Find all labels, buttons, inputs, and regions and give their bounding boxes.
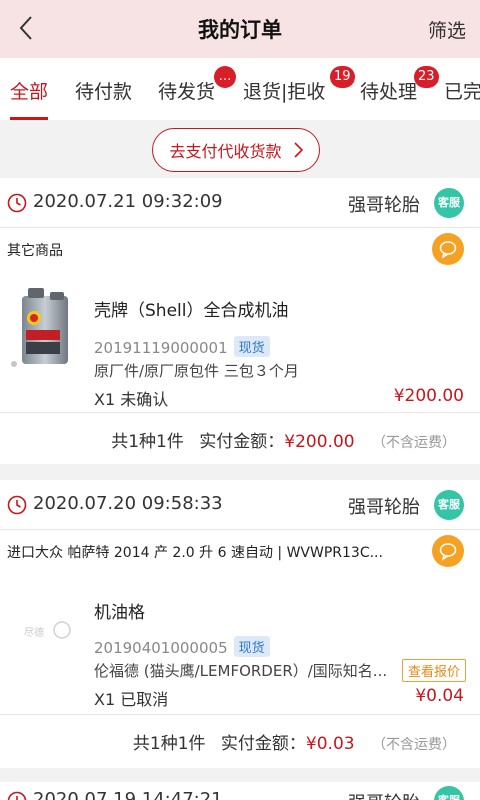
tab-pending-shipment-badge: …	[214, 66, 236, 88]
customer-service-button[interactable]: 客服	[434, 188, 464, 218]
order-footer: 共1种1件 实付金额：¥0.03 （不含运费）	[0, 714, 480, 766]
customer-service-button[interactable]: 客服	[434, 786, 464, 800]
product-description: 伦福德 (猫头鹰/LEMFORDER）/国际知名...	[94, 662, 388, 680]
order-card[interactable]: 2020.07.20 09:58:33 强哥轮胎 客服 进口大众 帕萨特 201…	[0, 480, 480, 768]
order-header: 2020.07.20 09:58:33 强哥轮胎 客服	[0, 480, 480, 530]
tab-to-process-badge: 23	[414, 66, 439, 88]
product-code: 20191119000001	[94, 339, 228, 357]
pay-banner: 去支付代收货款	[0, 120, 480, 178]
order-time: 2020.07.19 14:47:21	[33, 789, 223, 800]
product-code-row: 20191119000001 现货	[94, 336, 270, 357]
shipping-note: （不含运费）	[372, 435, 456, 451]
summary-label: 实付金额：	[199, 432, 285, 452]
svg-text:尽德: 尽德	[24, 626, 44, 639]
order-card[interactable]: 2020.07.19 14:47:21 强哥轮胎 客服	[0, 782, 480, 800]
filter-button[interactable]: 筛选	[428, 16, 466, 43]
app-header: 我的订单 筛选	[0, 0, 480, 58]
clock-icon	[7, 791, 27, 800]
tab-pending-shipment[interactable]: 待发货	[158, 77, 215, 104]
product-image-oil[interactable]	[10, 282, 84, 372]
shop-name[interactable]: 强哥轮胎	[348, 191, 420, 217]
chat-button[interactable]	[432, 535, 464, 567]
order-summary: 共1种1件 实付金额：¥0.03 （不含运费）	[133, 729, 456, 754]
product-image-placeholder[interactable]: 尽德	[10, 588, 84, 678]
order-header: 2020.07.21 09:32:09 强哥轮胎 客服	[0, 178, 480, 228]
tab-all[interactable]: 全部	[10, 77, 48, 104]
product-code: 20190401000005	[94, 639, 228, 657]
summary-count: 共1种1件	[111, 432, 184, 452]
order-time: 2020.07.21 09:32:09	[33, 191, 223, 212]
vehicle-row: 进口大众 帕萨特 2014 产 2.0 升 6 速自动 | WVWPR13C..…	[0, 530, 480, 575]
tab-returns[interactable]: 退货|拒收	[243, 77, 325, 104]
chat-bubble-icon	[439, 543, 457, 561]
order-divider	[0, 768, 480, 782]
pay-cod-button[interactable]: 去支付代收货款	[152, 128, 320, 172]
vehicle-row: 其它商品	[0, 228, 480, 273]
chevron-right-icon	[293, 142, 303, 158]
summary-count: 共1种1件	[132, 734, 206, 754]
product-name[interactable]: 机油格	[94, 598, 145, 623]
order-footer: 共1种1件 实付金额：¥200.00 （不含运费）	[0, 412, 480, 464]
stock-badge: 现货	[233, 336, 270, 357]
shipping-note: （不含运费）	[372, 737, 456, 753]
tab-to-process[interactable]: 待处理	[360, 77, 417, 104]
tab-completed[interactable]: 已完	[444, 77, 480, 104]
product-code-row: 20190401000005 现货	[94, 636, 270, 657]
summary-amount: ¥200.00	[284, 432, 355, 452]
order-header: 2020.07.19 14:47:21 强哥轮胎 客服	[0, 782, 480, 800]
summary-label: 实付金额：	[220, 734, 306, 754]
quantity-status: X1 未确认	[94, 390, 169, 409]
pay-cod-label: 去支付代收货款	[169, 142, 282, 161]
shop-name[interactable]: 强哥轮胎	[348, 789, 420, 800]
clock-icon	[7, 495, 27, 515]
customer-service-button[interactable]: 客服	[434, 490, 464, 520]
order-summary: 共1种1件 实付金额：¥200.00 （不含运费）	[111, 427, 456, 452]
order-tabs: 全部 待付款 待发货 … 退货|拒收 19 待处理 23 已完	[0, 58, 480, 120]
vehicle-info: 其它商品	[7, 243, 63, 259]
product-price: ¥0.04	[415, 686, 464, 706]
summary-amount: ¥0.03	[305, 734, 355, 754]
product-price: ¥200.00	[393, 386, 464, 406]
clock-icon	[7, 193, 27, 213]
chat-button[interactable]	[432, 233, 464, 265]
page-title: 我的订单	[198, 18, 282, 42]
product-description: 原厂件/原厂原包件 三包３个月	[94, 362, 299, 380]
tab-returns-badge: 19	[330, 66, 355, 88]
product-name[interactable]: 壳牌（Shell）全合成机油	[94, 296, 288, 321]
order-divider	[0, 464, 480, 480]
shop-name[interactable]: 强哥轮胎	[348, 493, 420, 519]
order-card[interactable]: 2020.07.21 09:32:09 强哥轮胎 客服 其它商品 壳牌（Shel…	[0, 178, 480, 464]
vehicle-info: 进口大众 帕萨特 2014 产 2.0 升 6 速自动 | WVWPR13C..…	[7, 545, 383, 561]
chat-bubble-icon	[439, 241, 457, 259]
view-quote-button[interactable]: 查看报价	[401, 659, 466, 682]
tab-pending-payment[interactable]: 待付款	[75, 77, 132, 104]
quantity-status: X1 已取消	[94, 690, 169, 709]
stock-badge: 现货	[233, 636, 270, 657]
order-time: 2020.07.20 09:58:33	[33, 493, 223, 514]
